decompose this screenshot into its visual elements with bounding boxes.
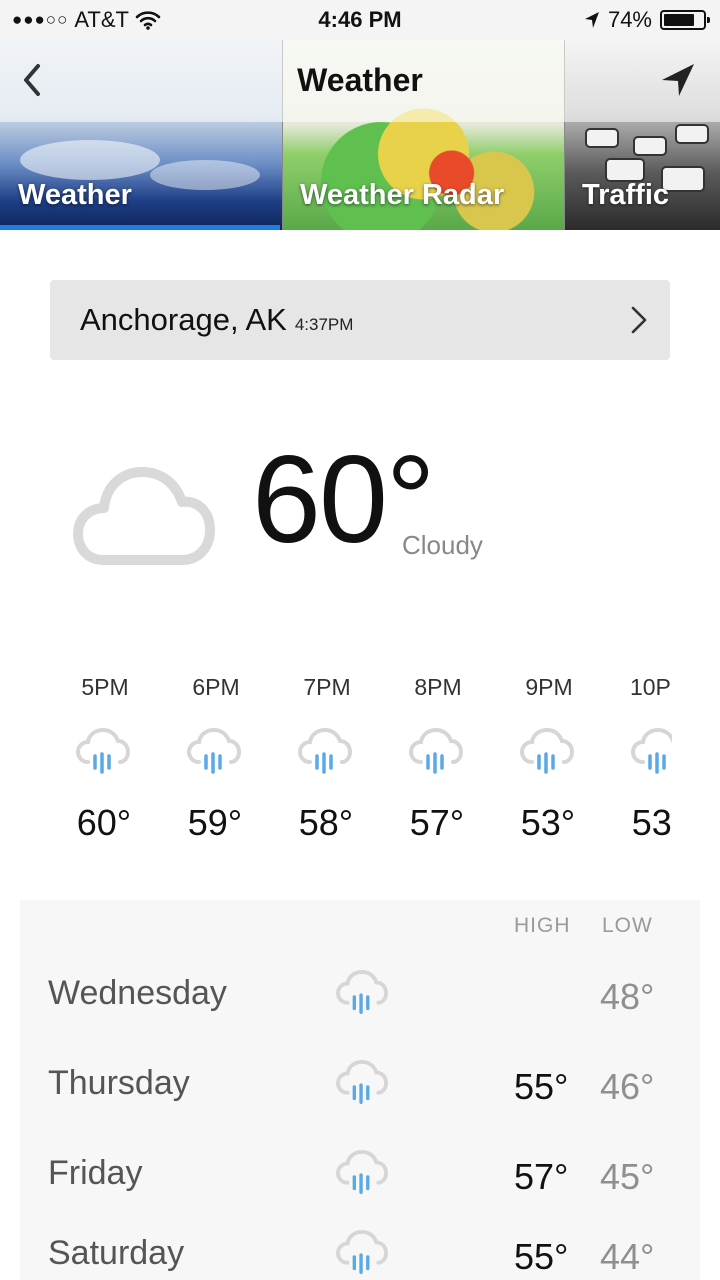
- location-services-icon: [584, 12, 599, 28]
- battery-icon: [660, 10, 710, 30]
- rain-icon: [336, 1150, 388, 1194]
- rain-icon: [187, 728, 241, 774]
- hour-temperature: 53°: [520, 802, 576, 843]
- location-label: Anchorage, AK 4:37PM: [80, 302, 353, 338]
- hour-time: 6PM: [192, 674, 240, 700]
- rain-icon: [336, 1060, 388, 1104]
- tab-weather[interactable]: Weather: [0, 122, 282, 230]
- page-title: Weather: [297, 62, 423, 98]
- day-low: 44°: [600, 1236, 655, 1277]
- daily-forecast[interactable]: HIGH LOW Wednesday 48° Thursday 55° 46° …: [20, 900, 700, 1280]
- battery-percent: 74%: [607, 7, 652, 32]
- rain-icon: [520, 728, 574, 774]
- tab-selected-indicator: [0, 225, 280, 230]
- day-name: Wednesday: [48, 974, 227, 1012]
- tab-bar: Weather Weather Radar Traffic: [0, 122, 720, 230]
- hour-temperature: 58°: [298, 802, 354, 843]
- rain-icon: [409, 728, 463, 774]
- chevron-right-icon: [631, 306, 647, 334]
- daily-row: Wednesday 48°: [20, 964, 700, 1054]
- status-right: 74%: [584, 7, 710, 33]
- daily-row: Friday 57° 45°: [20, 1144, 700, 1234]
- day-high: 57°: [514, 1156, 569, 1197]
- day-high: 55°: [514, 1236, 569, 1277]
- hour-time: 8PM: [414, 674, 462, 700]
- header: Weather Weather Weather Radar Traffic: [0, 40, 720, 230]
- hour-temperature: 53°: [631, 802, 672, 843]
- hour-temperature: 57°: [409, 802, 465, 843]
- hour-temperature: 59°: [187, 802, 243, 843]
- daily-row: Saturday 55° 44°: [20, 1224, 700, 1280]
- daily-row: Thursday 55° 46°: [20, 1054, 700, 1144]
- day-name: Thursday: [48, 1064, 190, 1102]
- status-bar: ●●●○○ AT&T 4:46 PM 74%: [0, 0, 720, 40]
- tab-traffic[interactable]: Traffic: [564, 122, 720, 230]
- current-condition: Cloudy: [402, 530, 483, 560]
- rain-icon: [336, 970, 388, 1014]
- hour-temperature: 60°: [76, 802, 132, 843]
- hour-time: 10PM: [629, 674, 672, 700]
- day-low: 45°: [600, 1156, 655, 1197]
- day-name: Friday: [48, 1154, 143, 1192]
- location-arrow-icon[interactable]: [658, 60, 698, 100]
- low-column-header: LOW: [602, 914, 653, 937]
- location-selector[interactable]: Anchorage, AK 4:37PM: [50, 280, 670, 360]
- day-name: Saturday: [48, 1234, 185, 1272]
- day-low: 48°: [600, 976, 655, 1017]
- high-column-header: HIGH: [514, 914, 571, 937]
- hour-time: 9PM: [525, 674, 573, 700]
- cloud-icon: [73, 467, 215, 565]
- location-name: Anchorage, AK: [80, 302, 287, 337]
- day-low: 46°: [600, 1066, 655, 1107]
- rain-icon: [298, 728, 352, 774]
- tab-label: Weather: [18, 179, 132, 211]
- hourly-forecast[interactable]: 5PM 60° 6PM 59° 7PM 58° 8PM 57° 9PM 53° …: [0, 668, 672, 858]
- location-time: 4:37PM: [294, 315, 354, 334]
- rain-icon: [76, 728, 130, 774]
- rain-icon: [336, 1230, 388, 1274]
- tab-label: Traffic: [582, 179, 670, 211]
- hour-time: 5PM: [81, 674, 129, 700]
- tab-weather-radar[interactable]: Weather Radar: [282, 122, 564, 230]
- tab-label: Weather Radar: [300, 179, 505, 211]
- day-high: 55°: [514, 1066, 569, 1107]
- rain-icon: [631, 728, 672, 774]
- header-toolbar: Weather: [0, 40, 720, 122]
- hour-time: 7PM: [303, 674, 351, 700]
